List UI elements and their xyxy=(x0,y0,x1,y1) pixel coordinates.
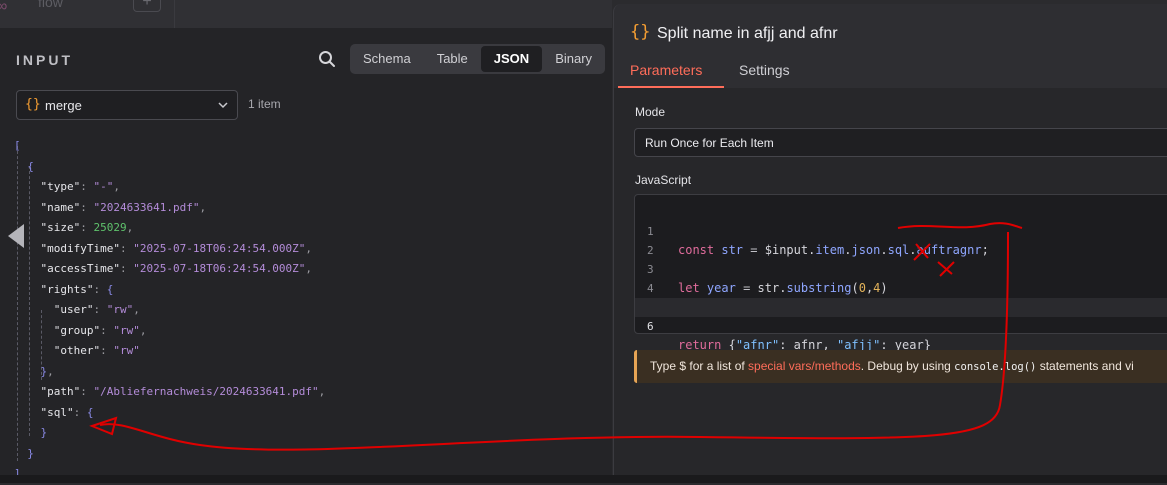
search-icon[interactable] xyxy=(318,50,336,68)
tab-parameters[interactable]: Parameters xyxy=(630,62,702,78)
tab-table[interactable]: Table xyxy=(424,44,481,74)
input-node-name: merge xyxy=(45,98,82,113)
mode-value: Run Once for Each Item xyxy=(645,136,774,150)
code-line: 2 xyxy=(647,244,654,257)
input-panel: INPUT Schema Table JSON Binary {} merge … xyxy=(0,28,612,480)
input-node-select[interactable]: {} merge xyxy=(16,90,238,120)
collapse-panel-arrow-icon[interactable] xyxy=(8,224,24,248)
tab-json[interactable]: JSON xyxy=(480,46,543,72)
bottom-bar xyxy=(0,475,1167,483)
json-line: "type": "-", xyxy=(40,180,121,193)
json-line: "other": "rw" xyxy=(53,344,140,357)
item-count: 1 item xyxy=(248,97,281,111)
node-tabs: Parameters Settings xyxy=(614,60,1167,89)
tab-settings[interactable]: Settings xyxy=(739,62,790,78)
code-line: 1 const str = $input.item.json.sql.auftr… xyxy=(647,225,989,257)
divider xyxy=(174,0,175,28)
json-line: [ xyxy=(14,139,21,152)
json-line: "name": "2024633641.pdf", xyxy=(40,200,207,214)
view-mode-tabs: Schema Table JSON Binary xyxy=(350,44,606,74)
mode-select[interactable]: Run Once for Each Item xyxy=(634,128,1167,157)
code-node-icon: {} xyxy=(25,97,41,112)
add-node-button[interactable]: + xyxy=(133,0,161,12)
code-node-icon: {} xyxy=(630,22,651,42)
json-line: "user": "rw", xyxy=(53,303,140,316)
json-line: } xyxy=(27,446,34,460)
javascript-label: JavaScript xyxy=(635,173,692,187)
code-line: 3 let year = str.substring(0,4) xyxy=(647,263,888,295)
workflow-logo-icon: ∞ xyxy=(0,0,8,15)
parameters-pane: Mode Run Once for Each Item JavaScript 1… xyxy=(614,88,1167,483)
code-line: 5 xyxy=(635,279,1167,314)
json-line: { xyxy=(27,159,34,173)
json-line: "sql": { xyxy=(40,405,94,419)
json-line: "size": 25029, xyxy=(40,221,134,234)
code-editor[interactable]: 1 const str = $input.item.json.sql.auftr… xyxy=(634,194,1167,352)
top-strip: ∞ flow + xyxy=(0,0,612,28)
special-vars-link[interactable]: special vars/methods xyxy=(748,359,861,373)
json-line: } xyxy=(40,426,48,439)
json-line: "accessTime": "2025-07-18T06:24:54.000Z"… xyxy=(40,262,313,275)
json-line: "path": "/Abliefernachweis/2024633641.pd… xyxy=(40,385,326,398)
tab-binary[interactable]: Binary xyxy=(542,44,605,74)
input-title: INPUT xyxy=(16,52,73,68)
code-hint-banner: Type $ for a list of special vars/method… xyxy=(634,350,1167,383)
json-line: "group": "rw", xyxy=(53,323,147,337)
code-line: 6 return {"afnr": afnr, "afjj": year} xyxy=(635,298,1167,352)
chevron-down-icon xyxy=(218,102,228,109)
node-title[interactable]: Split name in afjj and afnr xyxy=(657,25,838,43)
json-viewer: [ { "type": "-", "name": "2024633641.pdf… xyxy=(14,136,325,485)
workflow-label: flow xyxy=(38,0,63,10)
mode-label: Mode xyxy=(635,105,666,119)
json-line: }, xyxy=(40,364,54,378)
json-line: "rights": { xyxy=(40,282,114,296)
json-line: "modifyTime": "2025-07-18T06:24:54.000Z"… xyxy=(40,241,313,255)
node-panel: {} Split name in afjj and afnr Parameter… xyxy=(613,4,1167,483)
code-line: 4 let afnr = str.substring(4, 10) xyxy=(647,282,902,314)
tab-schema[interactable]: Schema xyxy=(350,44,424,74)
